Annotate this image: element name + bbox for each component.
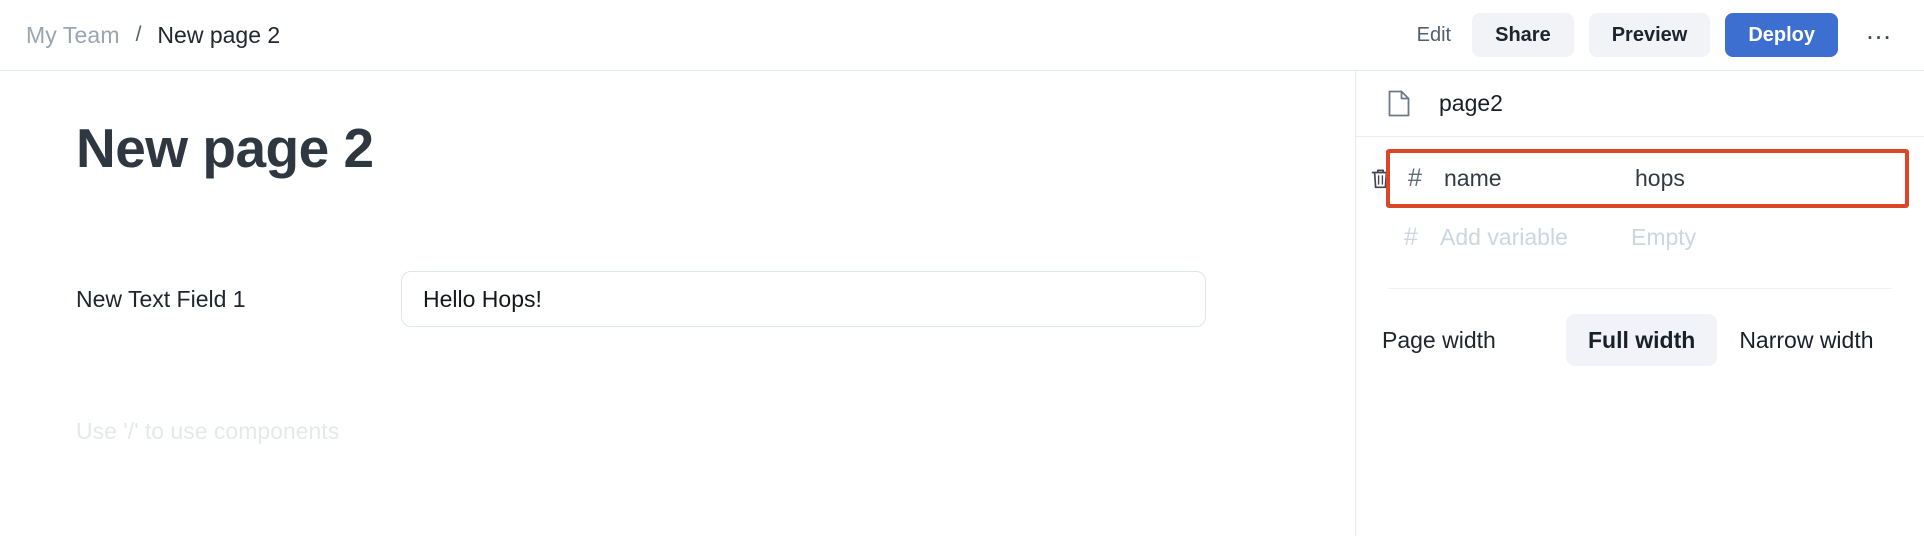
page-width-option-full[interactable]: Full width (1566, 314, 1718, 366)
slash-command-hint[interactable]: Use '/' to use components (76, 418, 339, 445)
share-button[interactable]: Share (1472, 13, 1574, 57)
variable-name: name (1444, 165, 1502, 191)
page-width-option-narrow[interactable]: Narrow width (1717, 314, 1895, 366)
top-bar: My Team / New page 2 Edit Share Preview … (0, 0, 1924, 71)
deploy-button[interactable]: Deploy (1725, 13, 1838, 57)
more-options-icon[interactable]: … (1857, 17, 1902, 47)
sidebar-divider (1388, 288, 1892, 289)
page-width-setting: Page width Full width Narrow width (1356, 314, 1924, 366)
text-field-row: New Text Field 1 Hello Hops! (76, 271, 1276, 327)
hash-icon: # (1408, 164, 1422, 192)
variables-list: # name hops # Add variable Empty (1356, 137, 1924, 267)
add-variable-value[interactable]: Empty (1631, 224, 1696, 251)
variable-row: # name hops (1356, 149, 1924, 208)
text-field-input[interactable]: Hello Hops! (401, 271, 1206, 327)
variable-value[interactable]: hops (1635, 165, 1685, 192)
right-sidebar: page2 # name hops # Add variable Empty P… (1355, 71, 1924, 536)
text-field-label: New Text Field 1 (76, 285, 246, 312)
page-title: New page 2 (76, 117, 374, 179)
add-variable-label: Add variable (1440, 224, 1568, 250)
sidebar-page-name: page2 (1439, 90, 1503, 116)
preview-button[interactable]: Preview (1588, 13, 1711, 57)
page-width-label: Page width (1382, 326, 1496, 353)
edit-button[interactable]: Edit (1411, 24, 1457, 47)
hash-icon: # (1404, 223, 1418, 251)
breadcrumb: My Team / New page 2 (26, 0, 280, 70)
top-bar-actions: Edit Share Preview Deploy … (1411, 0, 1902, 70)
page-canvas: New page 2 New Text Field 1 Hello Hops! … (0, 71, 1355, 536)
breadcrumb-separator: / (135, 23, 142, 46)
add-variable-row: # Add variable Empty (1356, 208, 1924, 267)
document-icon (1388, 90, 1410, 117)
variable-name-field[interactable]: # name hops (1386, 149, 1909, 208)
breadcrumb-current-page[interactable]: New page 2 (157, 22, 280, 49)
sidebar-page-header[interactable]: page2 (1356, 71, 1924, 137)
breadcrumb-team-link[interactable]: My Team (26, 22, 120, 49)
add-variable-field[interactable]: # Add variable Empty (1386, 208, 1909, 267)
